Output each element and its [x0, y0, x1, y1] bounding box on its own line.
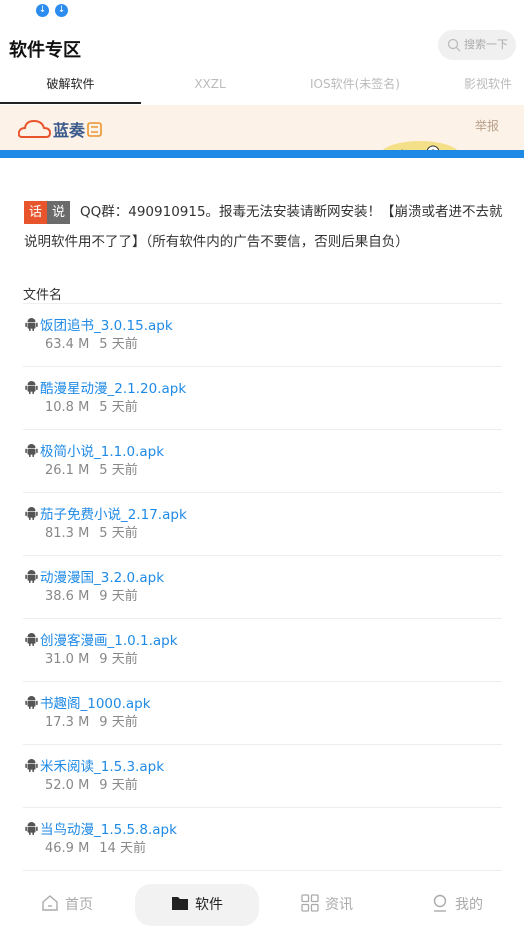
tab-bar: 破解软件 XXZL IOS软件(未签名) 影视软件 — [0, 66, 524, 104]
tab-cracked-software[interactable]: 破解软件 — [0, 66, 141, 104]
file-meta: 52.0 M 9 天前 — [45, 774, 138, 793]
file-name-link[interactable]: 书趣阁_1000.apk — [40, 692, 151, 712]
file-name-link[interactable]: 当鸟动漫_1.5.5.8.apk — [40, 818, 177, 838]
file-meta: 10.8 M 5 天前 — [45, 396, 138, 415]
android-icon — [25, 318, 38, 331]
file-size: 52.0 M — [45, 778, 90, 793]
status-bar: ↓ ↓ — [0, 0, 524, 22]
file-size: 46.9 M — [45, 841, 90, 856]
file-meta: 46.9 M 14 天前 — [45, 837, 146, 856]
file-time: 5 天前 — [99, 400, 138, 415]
android-icon — [25, 696, 38, 709]
file-name-link[interactable]: 极简小说_1.1.0.apk — [40, 440, 164, 460]
header: 软件专区 搜索一下 — [0, 30, 524, 64]
file-meta: 31.0 M 9 天前 — [45, 648, 138, 667]
file-row[interactable]: 酷漫星动漫_2.1.20.apk 10.8 M 5 天前 — [23, 367, 502, 430]
file-time: 5 天前 — [99, 463, 138, 478]
file-size: 26.1 M — [45, 463, 90, 478]
android-icon — [25, 381, 38, 394]
file-time: 9 天前 — [99, 589, 138, 604]
file-row[interactable]: 创漫客漫画_1.0.1.apk 31.0 M 9 天前 — [23, 619, 502, 682]
file-row[interactable]: 茄子免费小说_2.17.apk 81.3 M 5 天前 — [23, 493, 502, 556]
folder-icon — [172, 897, 188, 910]
file-name-link[interactable]: 饭团追书_3.0.15.apk — [40, 314, 173, 334]
nav-profile[interactable]: 我的 — [395, 884, 519, 926]
file-time: 9 天前 — [99, 778, 138, 793]
search-icon — [447, 38, 461, 52]
grid-icon — [301, 894, 319, 912]
notice-badge-shuo: 说 — [47, 200, 70, 224]
file-row[interactable]: 饭团追书_3.0.15.apk 63.4 M 5 天前 — [23, 304, 502, 367]
file-size: 38.6 M — [45, 589, 90, 604]
file-size: 81.3 M — [45, 526, 90, 541]
file-row[interactable]: 当鸟动漫_1.5.5.8.apk 46.9 M 14 天前 — [23, 808, 502, 871]
nav-software[interactable]: 软件 — [135, 884, 259, 926]
android-icon — [25, 633, 38, 646]
nav-news-label: 资讯 — [325, 897, 353, 913]
file-size: 17.3 M — [45, 715, 90, 730]
home-icon — [42, 895, 58, 911]
search-input[interactable]: 搜索一下 — [438, 30, 516, 60]
file-list: 饭团追书_3.0.15.apk 63.4 M5 天前 酷漫星动漫_2.1.20.ap… — [23, 304, 502, 871]
report-link[interactable]: 举报 — [475, 117, 499, 134]
file-meta: 38.6 M 9 天前 — [45, 585, 138, 604]
android-icon — [25, 444, 38, 457]
file-meta: 81.3 M 5 天前 — [45, 522, 138, 541]
android-icon — [25, 507, 38, 520]
nav-home-label: 首页 — [65, 897, 93, 913]
tab-xxzl[interactable]: XXZL — [155, 66, 265, 102]
file-name-link[interactable]: 创漫客漫画_1.0.1.apk — [40, 629, 178, 649]
file-row[interactable]: 书趣阁_1000.apk 17.3 M 9 天前 — [23, 682, 502, 745]
page-title: 软件专区 — [9, 40, 81, 61]
nav-software-label: 软件 — [195, 897, 223, 913]
android-icon — [25, 759, 38, 772]
file-list-header: 文件名 — [23, 284, 502, 304]
file-time: 9 天前 — [99, 715, 138, 730]
file-row[interactable]: 极简小说_1.1.0.apk 26.1 M 5 天前 — [23, 430, 502, 493]
notice-badge-hua: 话 — [24, 200, 47, 224]
file-size: 10.8 M — [45, 400, 90, 415]
notice-body: QQ群：490910915。报毒无法安装请断网安装！【崩溃或者进不去就说明软件用… — [24, 204, 503, 250]
file-name-link[interactable]: 酷漫星动漫_2.1.20.apk — [40, 377, 186, 397]
file-row[interactable]: 米禾阅读_1.5.3.apk 52.0 M 9 天前 — [23, 745, 502, 808]
file-name-link[interactable]: 动漫漫国_3.2.0.apk — [40, 566, 164, 586]
nav-news[interactable]: 资讯 — [265, 884, 389, 926]
file-meta: 63.4 M 5 天前 — [45, 333, 138, 352]
download-icon: ↓ — [55, 4, 68, 17]
android-icon — [25, 822, 38, 835]
search-placeholder: 搜索一下 — [464, 38, 508, 51]
file-time: 9 天前 — [99, 652, 138, 667]
tab-ios-software[interactable]: IOS软件(未签名) — [290, 66, 420, 102]
banner-stripe — [0, 150, 524, 158]
file-time: 14 天前 — [99, 841, 146, 856]
file-name-link[interactable]: 茄子免费小说_2.17.apk — [40, 503, 187, 523]
file-row[interactable]: 动漫漫国_3.2.0.apk 38.6 M 9 天前 — [23, 556, 502, 619]
android-icon — [25, 570, 38, 583]
file-name-link[interactable]: 米禾阅读_1.5.3.apk — [40, 755, 164, 775]
bottom-nav: 首页 软件 资讯 我的 — [0, 876, 524, 932]
user-icon — [433, 894, 447, 912]
file-size: 63.4 M — [45, 337, 90, 352]
file-meta: 17.3 M 9 天前 — [45, 711, 138, 730]
tab-video-software[interactable]: 影视软件 — [452, 66, 524, 102]
notice-text: 话说 QQ群：490910915。报毒无法安装请断网安装！【崩溃或者进不去就说明软… — [24, 197, 504, 257]
download-icon: ↓ — [36, 4, 49, 17]
ad-banner[interactable]: 蓝奏 举报 — [0, 105, 524, 158]
banner-brand: 蓝奏 — [53, 121, 86, 140]
file-meta: 26.1 M 5 天前 — [45, 459, 138, 478]
file-time: 5 天前 — [99, 526, 138, 541]
nav-profile-label: 我的 — [455, 897, 483, 913]
file-time: 5 天前 — [99, 337, 138, 352]
nav-home[interactable]: 首页 — [5, 884, 129, 926]
file-size: 31.0 M — [45, 652, 90, 667]
